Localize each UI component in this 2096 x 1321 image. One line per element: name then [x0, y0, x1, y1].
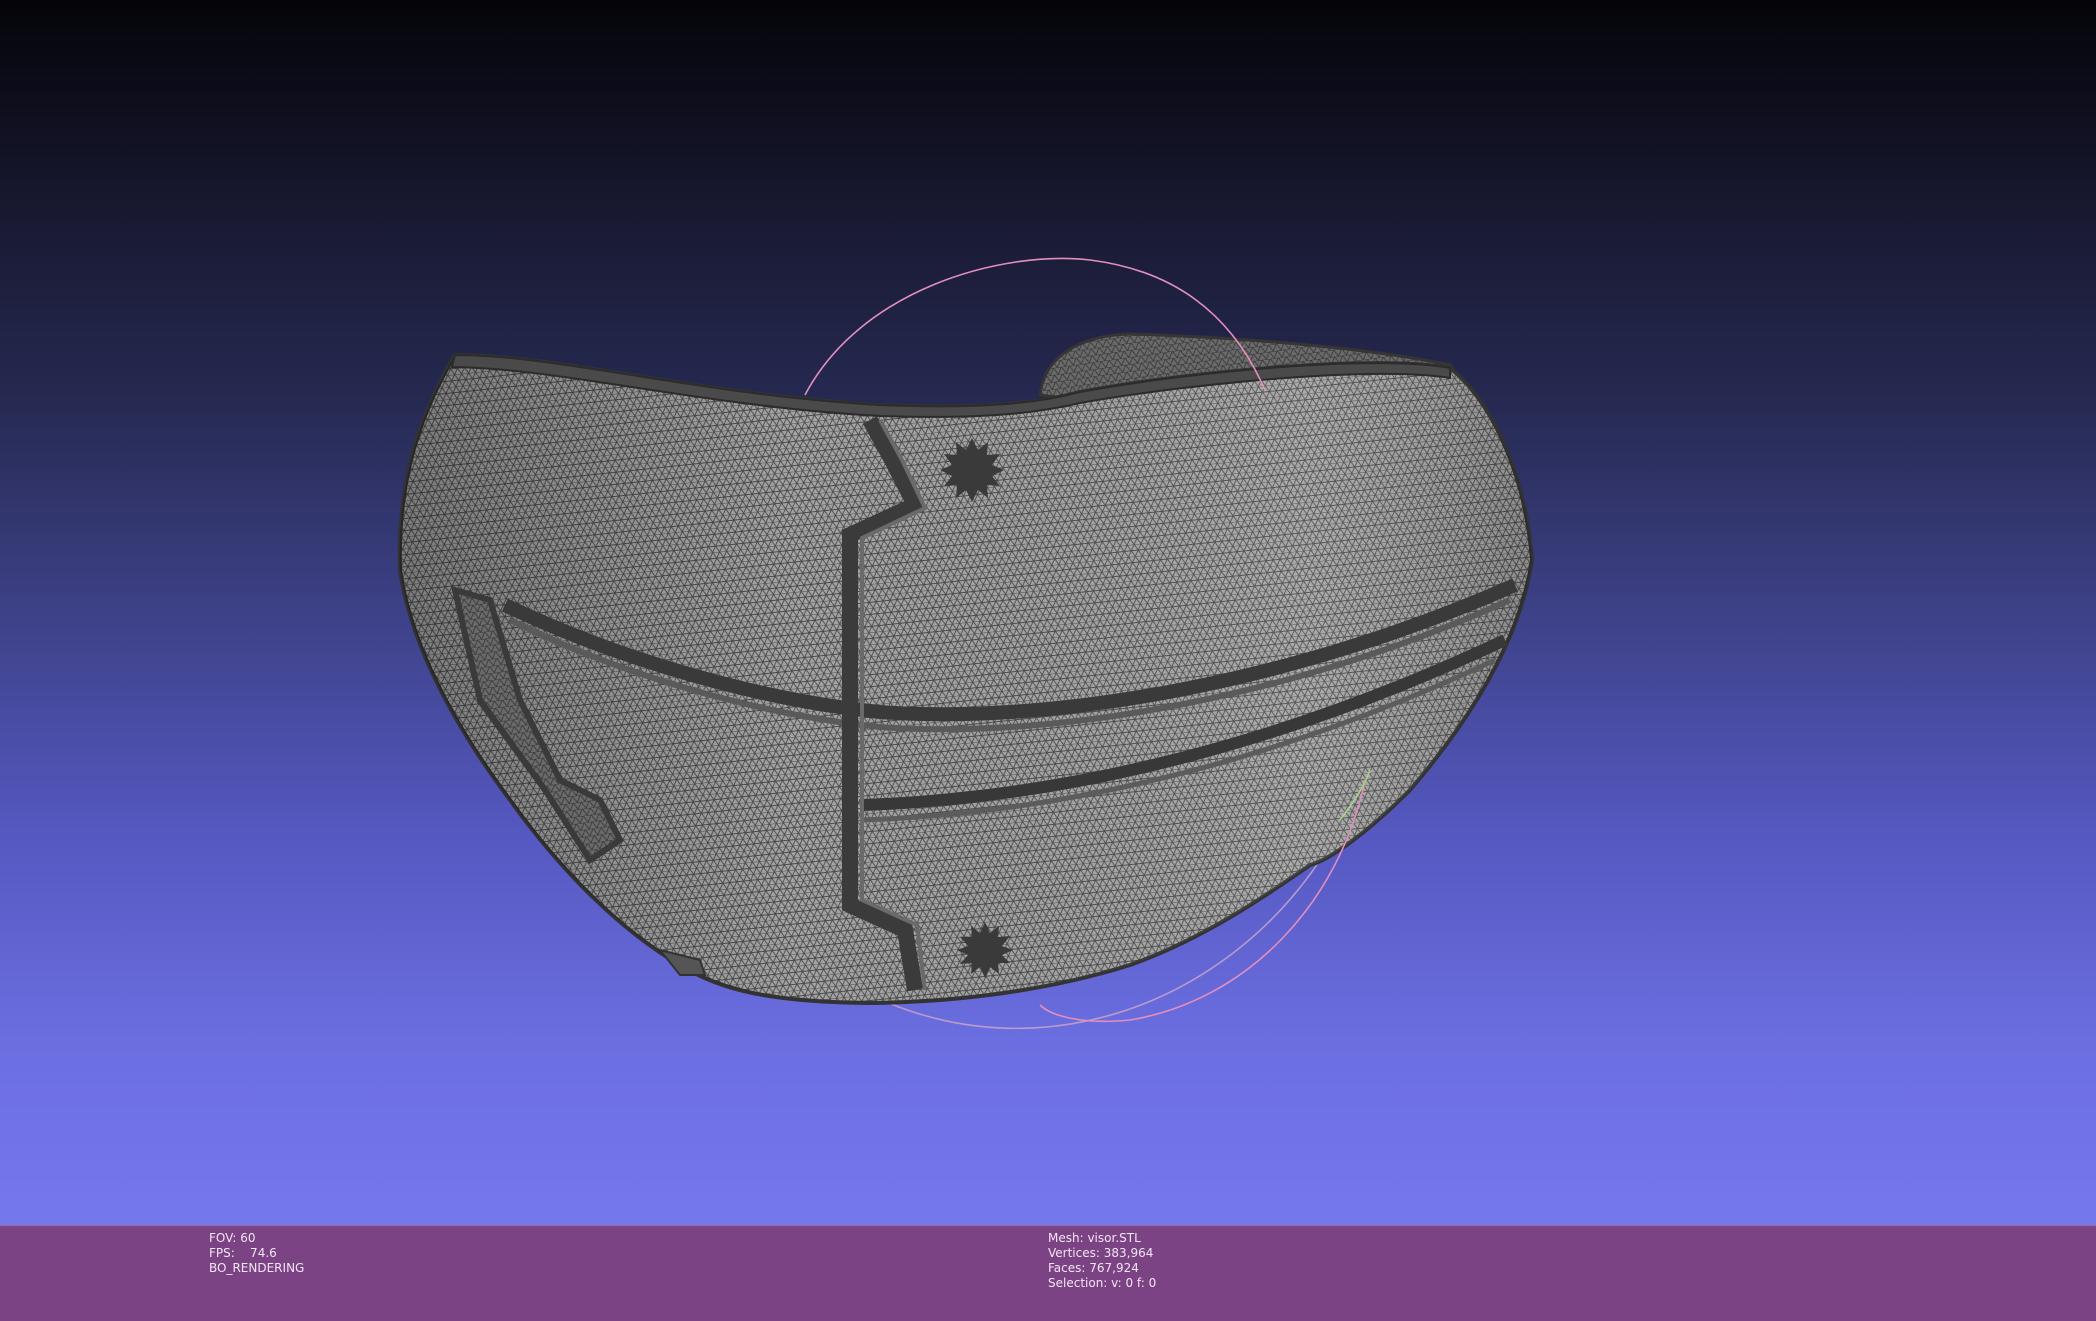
3d-viewport[interactable]	[0, 0, 2096, 1225]
fov-readout: FOV: 60	[209, 1231, 256, 1245]
status-bar: FOV: 60 FPS: 74.6 BO_RENDERING Mesh: vis…	[0, 1225, 2096, 1321]
render-info: FOV: 60 FPS: 74.6 BO_RENDERING	[209, 1231, 304, 1276]
selection-info: Selection: v: 0 f: 0	[1048, 1276, 1157, 1290]
fps-readout: FPS: 74.6	[209, 1246, 277, 1260]
render-mode: BO_RENDERING	[209, 1261, 305, 1275]
face-count: Faces: 767,924	[1048, 1261, 1139, 1275]
mesh-info: Mesh: visor.STL Vertices: 383,964 Faces:…	[1048, 1231, 1156, 1291]
mesh-scene[interactable]	[0, 0, 2096, 1225]
mesh-name: Mesh: visor.STL	[1048, 1231, 1141, 1245]
vertex-count: Vertices: 383,964	[1048, 1246, 1154, 1260]
